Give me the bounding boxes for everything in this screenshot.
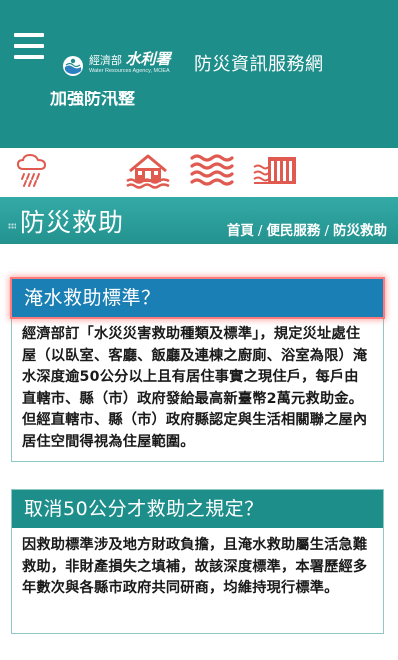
- breadcrumb-home-link[interactable]: 首頁: [227, 223, 254, 239]
- agency-name: 水利署: [125, 50, 171, 68]
- waves-icon[interactable]: [190, 153, 234, 187]
- faq-answer: 因救助標準涉及地方財政負擔，且淹水救助屬生活急難救助，非財產損失之填補，故該深度…: [22, 537, 368, 596]
- water-resources-agency-emblem-icon: [63, 56, 83, 76]
- agency-english-name: Water Resources Agency, MOEA: [89, 68, 170, 74]
- faq-card: 淹水救助標準？ 經濟部訂「水災災害救助種類及標準」，規定災址處住屋（以臥室、客廳…: [11, 278, 384, 462]
- ministry-name: 經濟部: [89, 54, 122, 67]
- rain-cloud-icon[interactable]: [16, 153, 48, 187]
- category-icon-bar: [0, 148, 398, 192]
- faq-card: 取消50公分才救助之規定？ 因救助標準涉及地方財政負擔，且淹水救助屬生活急難救助…: [11, 489, 384, 634]
- agency-logo-text[interactable]: 經濟部 水利署: [89, 50, 171, 68]
- breadcrumb-current[interactable]: 防災救助: [333, 223, 387, 239]
- flooded-house-icon[interactable]: [126, 153, 170, 189]
- breadcrumb-separator: /: [324, 223, 329, 239]
- page-title: 防災救助: [20, 208, 125, 237]
- faq-answer: 經濟部訂「水災災害救助種類及標準」，規定災址處住屋（以臥室、客廳、飯廳及連棟之廚…: [22, 326, 368, 450]
- breadcrumb: 首頁 / 便民服務 / 防災救助: [227, 219, 387, 239]
- page-title-bar: 防災救助 首頁 / 便民服務 / 防災救助: [0, 197, 398, 244]
- site-header: 經濟部 水利署 Water Resources Agency, MOEA 防災資…: [0, 0, 398, 148]
- faq-question-cancel-50cm-rule[interactable]: 取消50公分才救助之規定？: [12, 490, 383, 528]
- breadcrumb-separator: /: [257, 223, 263, 239]
- decorative-dots-icon: [8, 223, 16, 229]
- faq-question-flood-relief-standard[interactable]: 淹水救助標準？: [12, 279, 383, 317]
- dam-floodgate-icon[interactable]: [252, 153, 298, 187]
- site-title[interactable]: 防災資訊服務網: [194, 50, 324, 76]
- breadcrumb-services-link[interactable]: 便民服務: [266, 223, 320, 239]
- hamburger-menu-icon[interactable]: [14, 33, 44, 59]
- marquee-announcement[interactable]: 加強防汛整: [50, 91, 135, 109]
